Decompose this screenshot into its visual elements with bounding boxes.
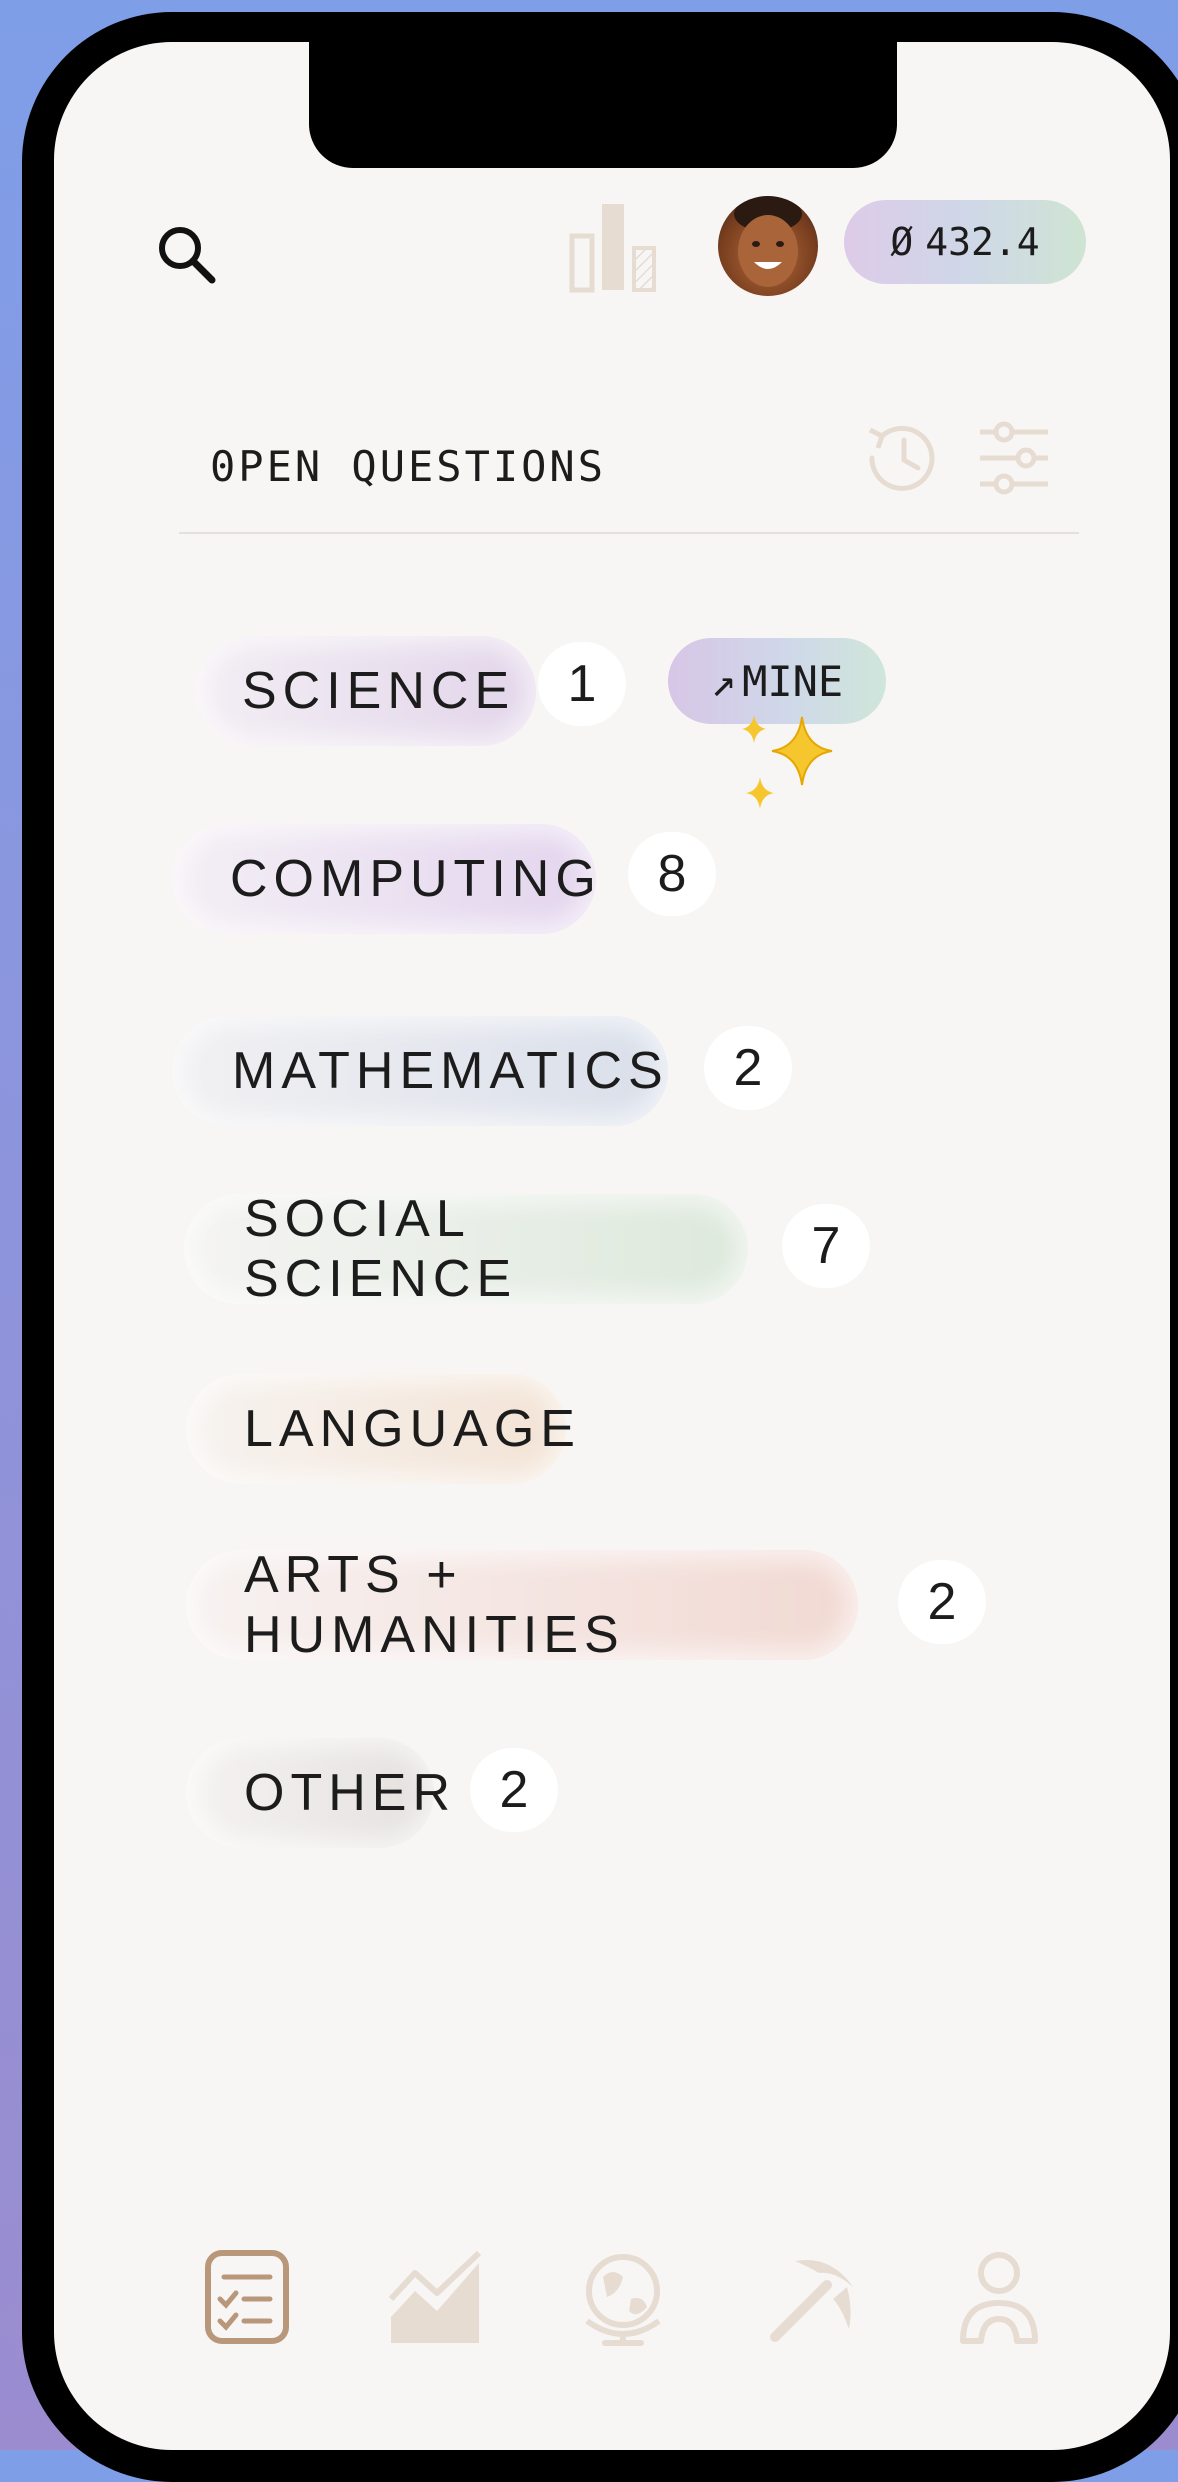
app-screen: Ø 432.4 0PEN QUESTIONS SCIENCE 1 ↗ MINE …: [54, 42, 1170, 2450]
category-social-science[interactable]: SOCIAL SCIENCE: [184, 1190, 748, 1308]
header-divider: [179, 532, 1079, 534]
category-mathematics[interactable]: MATHEMATICS: [172, 1016, 668, 1126]
category-count-other: 2: [470, 1748, 558, 1832]
section-title: 0PEN QUESTIONS: [210, 442, 607, 491]
category-count-arts-humanities: 2: [898, 1560, 986, 1644]
pickaxe-icon[interactable]: [756, 2242, 866, 2352]
balance-pill[interactable]: Ø 432.4: [844, 200, 1086, 284]
category-count-science: 1: [538, 642, 626, 726]
profile-icon[interactable]: [944, 2242, 1054, 2352]
category-count-computing: 8: [628, 832, 716, 916]
category-other[interactable]: OTHER: [186, 1738, 450, 1848]
history-icon[interactable]: [858, 414, 946, 502]
globe-icon[interactable]: [568, 2242, 678, 2352]
category-arts-humanities[interactable]: ARTS + HUMANITIES: [186, 1546, 858, 1664]
category-count-social-science: 7: [782, 1204, 870, 1288]
user-avatar[interactable]: [718, 196, 818, 296]
category-count-mathematics: 2: [704, 1026, 792, 1110]
category-label: SCIENCE: [242, 662, 516, 720]
filter-sliders-icon[interactable]: [972, 414, 1056, 502]
category-label: OTHER: [244, 1764, 456, 1822]
search-icon[interactable]: [146, 214, 226, 294]
category-science[interactable]: SCIENCE: [196, 636, 536, 746]
balance-value: 432.4: [925, 220, 1040, 264]
category-label: ARTS + HUMANITIES: [244, 1546, 625, 1664]
category-label: MATHEMATICS: [232, 1042, 669, 1100]
category-computing[interactable]: COMPUTING: [172, 824, 596, 934]
phone-frame: Ø 432.4 0PEN QUESTIONS SCIENCE 1 ↗ MINE …: [22, 12, 1178, 2482]
mine-label: MINE: [742, 656, 844, 706]
category-label: COMPUTING: [230, 850, 602, 908]
sparkles-icon: [724, 707, 844, 822]
camera-notch: [309, 42, 897, 168]
leaderboard-bar-chart-icon[interactable]: [564, 194, 664, 294]
arrow-up-right-icon: ↗: [710, 656, 737, 706]
currency-symbol: Ø: [890, 220, 914, 264]
category-language[interactable]: LANGUAGE: [186, 1374, 575, 1484]
category-label: LANGUAGE: [244, 1400, 581, 1458]
trending-chart-icon[interactable]: [380, 2242, 490, 2352]
category-label: SOCIAL SCIENCE: [244, 1190, 518, 1308]
questions-checklist-icon[interactable]: [192, 2242, 302, 2352]
